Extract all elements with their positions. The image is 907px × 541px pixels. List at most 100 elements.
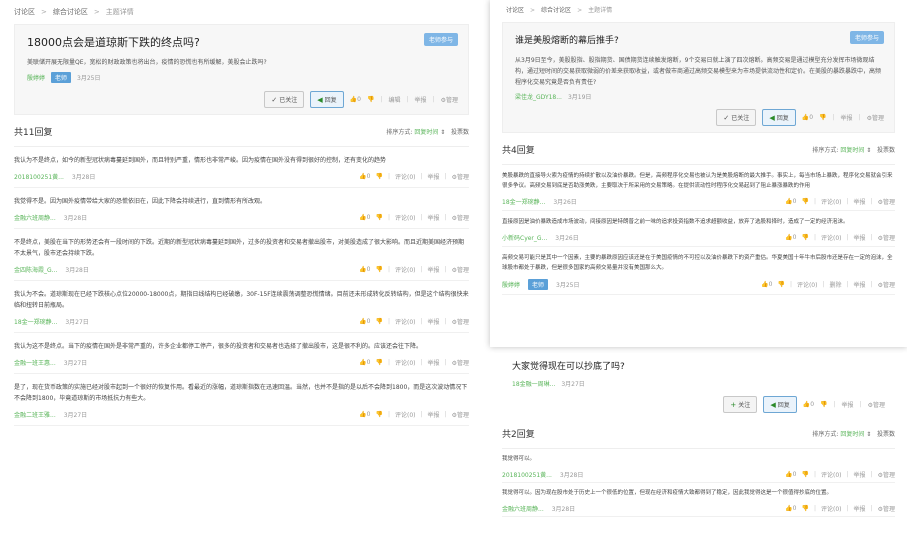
report-link[interactable]: 举报	[428, 265, 440, 274]
reply-button[interactable]: ◀ 回复	[310, 91, 344, 108]
dislike-icon[interactable]: 👎	[376, 266, 383, 273]
sort-by-time[interactable]: 回复时间	[840, 147, 864, 154]
dislike-icon[interactable]: 👎	[802, 471, 809, 478]
like-button[interactable]: 👍0	[350, 96, 361, 103]
report-link[interactable]: 举报	[428, 172, 440, 181]
comment-link[interactable]: 评论(0)	[821, 504, 842, 513]
reply-button[interactable]: ◀ 回复	[762, 109, 796, 126]
manage-link[interactable]: ⚙管理	[868, 400, 885, 409]
sort-by-votes[interactable]: 投票数	[451, 129, 469, 136]
dislike-icon[interactable]: 👎	[802, 234, 809, 241]
dislike-icon[interactable]: 👎	[376, 318, 383, 325]
reply-author[interactable]: 2018100251黄...	[502, 470, 552, 479]
reply-button[interactable]: ◀ 回复	[763, 396, 797, 413]
like-button[interactable]: 👍0	[359, 173, 370, 180]
reply-author[interactable]: 18金一郑琬静...	[14, 317, 57, 326]
comment-link[interactable]: 评论(0)	[395, 213, 416, 222]
report-link[interactable]: 举报	[428, 213, 440, 222]
like-button[interactable]: 👍0	[359, 266, 370, 273]
comment-link[interactable]: 评论(0)	[797, 280, 818, 289]
manage-link[interactable]: ⚙管理	[441, 95, 458, 104]
manage-link[interactable]: ⚙管理	[878, 504, 895, 513]
comment-link[interactable]: 评论(0)	[821, 470, 842, 479]
reply-author[interactable]: 2018100251黄...	[14, 172, 64, 181]
delete-link[interactable]: 删除	[830, 280, 842, 289]
report-link[interactable]: 举报	[841, 113, 853, 122]
like-button[interactable]: 👍0	[359, 214, 370, 221]
reply-author[interactable]: 金融二班王雅...	[14, 410, 56, 419]
dislike-icon[interactable]: 👎	[376, 214, 383, 221]
edit-link[interactable]: 编辑	[389, 95, 401, 104]
manage-link[interactable]: ⚙管理	[452, 172, 469, 181]
like-button[interactable]: 👍0	[359, 411, 370, 418]
report-link[interactable]: 举报	[415, 95, 427, 104]
dislike-icon[interactable]: 👎	[819, 114, 826, 121]
dislike-icon[interactable]: 👎	[777, 281, 784, 288]
like-button[interactable]: 👍0	[359, 318, 370, 325]
reply-author[interactable]: 金融六班周静...	[14, 213, 56, 222]
reply-author[interactable]: 殷婷婷	[502, 280, 520, 289]
reply-author[interactable]: 金融六班周静...	[502, 504, 544, 513]
comment-link[interactable]: 评论(0)	[395, 265, 416, 274]
dislike-icon[interactable]: 👎	[376, 173, 383, 180]
sort-by-votes[interactable]: 投票数	[877, 147, 895, 154]
report-link[interactable]: 举报	[854, 470, 866, 479]
crumb-forum[interactable]: 讨论区	[14, 8, 35, 16]
manage-link[interactable]: ⚙管理	[878, 470, 895, 479]
manage-link[interactable]: ⚙管理	[878, 233, 895, 242]
report-link[interactable]: 举报	[854, 280, 866, 289]
sort-by-time[interactable]: 回复时间	[414, 129, 438, 136]
report-link[interactable]: 举报	[842, 400, 854, 409]
like-button[interactable]: 👍0	[803, 401, 814, 408]
comment-link[interactable]: 评论(0)	[395, 172, 416, 181]
topic-author[interactable]: 18金融一周琳...	[512, 379, 555, 388]
like-button[interactable]: 👍0	[761, 281, 772, 288]
manage-link[interactable]: ⚙管理	[452, 317, 469, 326]
topic-author[interactable]: 梁佳龙_GDY18...	[515, 92, 562, 101]
reply-author[interactable]: 金四陈海霞_G...	[14, 265, 57, 274]
like-button[interactable]: 👍0	[359, 359, 370, 366]
crumb-general[interactable]: 综合讨论区	[53, 8, 88, 16]
like-button[interactable]: 👍0	[802, 114, 813, 121]
dislike-icon[interactable]: 👎	[367, 96, 374, 103]
reply-author[interactable]: 小新码Cyer_G...	[502, 233, 547, 242]
dislike-icon[interactable]: 👎	[376, 411, 383, 418]
like-button[interactable]: 👍0	[785, 505, 796, 512]
reply-text: 我认为不是终点，如今的新型冠状病毒蔓延到国外，而且特别严重，情形也非常严峻。因为…	[14, 157, 387, 164]
reply-author[interactable]: 18金一郑琬静...	[502, 197, 545, 206]
sort-by-time[interactable]: 回复时间	[840, 431, 864, 438]
report-link[interactable]: 举报	[854, 233, 866, 242]
sort-by-votes[interactable]: 投票数	[877, 431, 895, 438]
report-link[interactable]: 举报	[428, 317, 440, 326]
dislike-icon[interactable]: 👎	[802, 505, 809, 512]
manage-link[interactable]: ⚙管理	[878, 280, 895, 289]
report-link[interactable]: 举报	[428, 410, 440, 419]
followed-button[interactable]: ✓ 已关注	[716, 109, 757, 126]
report-link[interactable]: 举报	[428, 358, 440, 367]
manage-link[interactable]: ⚙管理	[452, 410, 469, 419]
manage-link[interactable]: ⚙管理	[452, 358, 469, 367]
comment-link[interactable]: 评论(0)	[395, 410, 416, 419]
dislike-icon[interactable]: 👎	[820, 401, 827, 408]
crumb-general[interactable]: 综合讨论区	[541, 7, 571, 14]
like-button[interactable]: 👍0	[785, 234, 796, 241]
followed-button[interactable]: ✓ 已关注	[264, 91, 305, 108]
follow-button[interactable]: + 关注	[723, 396, 758, 413]
comment-link[interactable]: 评论(0)	[395, 317, 416, 326]
manage-link[interactable]: ⚙管理	[867, 113, 884, 122]
dislike-icon[interactable]: 👎	[376, 359, 383, 366]
dislike-icon[interactable]: 👎	[802, 198, 809, 205]
topic-author[interactable]: 殷婷婷	[27, 73, 45, 82]
report-link[interactable]: 举报	[854, 504, 866, 513]
comment-link[interactable]: 评论(0)	[395, 358, 416, 367]
reply-author[interactable]: 金融一班王惠...	[14, 358, 56, 367]
manage-link[interactable]: ⚙管理	[452, 213, 469, 222]
like-button[interactable]: 👍0	[785, 471, 796, 478]
comment-link[interactable]: 评论(0)	[821, 197, 842, 206]
like-button[interactable]: 👍0	[785, 198, 796, 205]
report-link[interactable]: 举报	[854, 197, 866, 206]
manage-link[interactable]: ⚙管理	[878, 197, 895, 206]
crumb-forum[interactable]: 讨论区	[506, 7, 524, 14]
manage-link[interactable]: ⚙管理	[452, 265, 469, 274]
comment-link[interactable]: 评论(0)	[821, 233, 842, 242]
